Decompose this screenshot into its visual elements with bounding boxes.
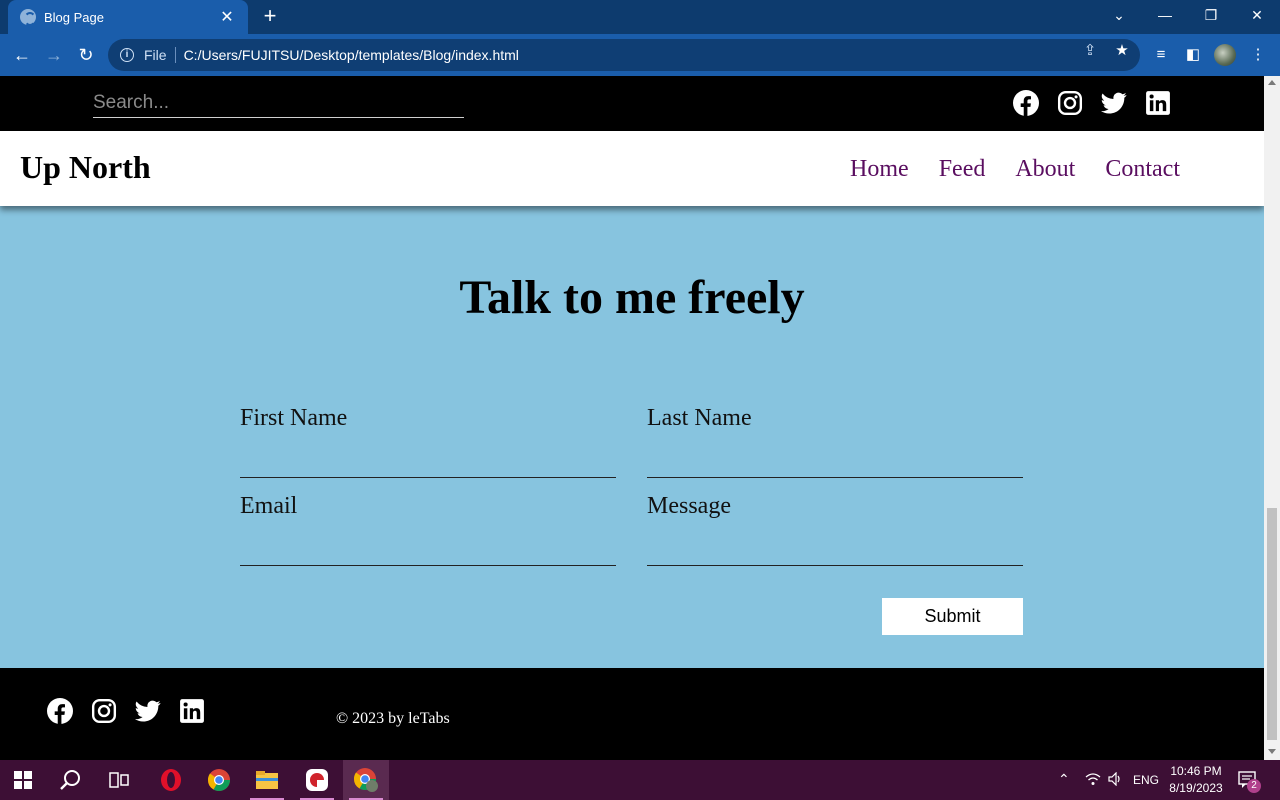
copyright-text: © 2023 by leTabs: [336, 710, 450, 727]
last-name-label: Last Name: [647, 405, 752, 431]
profile-avatar[interactable]: [1214, 44, 1236, 66]
network-icon[interactable]: [1085, 772, 1101, 789]
first-name-label: First Name: [240, 405, 348, 431]
info-icon[interactable]: i: [120, 48, 134, 62]
contact-heading: Talk to me freely: [459, 271, 805, 324]
vertical-scrollbar[interactable]: [1264, 76, 1280, 760]
twitter-icon[interactable]: [1101, 90, 1127, 116]
clock-date[interactable]: 8/19/2023: [1166, 781, 1226, 795]
submit-button[interactable]: Submit: [882, 598, 1023, 635]
facebook-icon[interactable]: [47, 698, 73, 724]
tab-close-icon[interactable]: ✕: [218, 7, 236, 27]
search-input[interactable]: [93, 88, 464, 118]
top-bar: [0, 76, 1264, 131]
linkedin-icon[interactable]: [1145, 90, 1171, 116]
browser-toolbar: ← → ↻ i File C:/Users/FUJITSU/Desktop/te…: [0, 34, 1280, 76]
notification-badge: 2: [1247, 779, 1261, 793]
globe-icon: [20, 9, 36, 26]
instagram-icon[interactable]: [1057, 90, 1083, 116]
language-indicator[interactable]: ENG: [1133, 773, 1159, 787]
message-input[interactable]: [647, 536, 1023, 566]
facebook-icon[interactable]: [1013, 90, 1039, 116]
nav-about[interactable]: About: [1015, 156, 1075, 183]
address-bar[interactable]: i File C:/Users/FUJITSU/Desktop/template…: [108, 39, 1140, 71]
share-icon[interactable]: ⇪: [1081, 42, 1099, 60]
volume-icon[interactable]: [1108, 771, 1122, 789]
nav-feed[interactable]: Feed: [939, 156, 986, 183]
linkedin-icon[interactable]: [179, 698, 205, 724]
new-tab-button[interactable]: +: [258, 5, 282, 29]
media-queue-icon[interactable]: ≡: [1151, 45, 1171, 65]
reload-button[interactable]: ↻: [74, 43, 98, 67]
nav-contact[interactable]: Contact: [1105, 156, 1180, 183]
start-icon[interactable]: [0, 760, 46, 800]
bookmark-star-icon[interactable]: ★: [1113, 42, 1131, 60]
header-social-links: [1013, 90, 1171, 116]
email-input[interactable]: [240, 536, 616, 566]
scroll-up-icon[interactable]: [1268, 80, 1276, 85]
email-label: Email: [240, 493, 298, 519]
twitter-icon[interactable]: [135, 698, 161, 724]
site-logo[interactable]: Up North: [20, 149, 151, 186]
side-panel-icon[interactable]: ◧: [1183, 45, 1203, 65]
chrome-icon[interactable]: [196, 760, 242, 800]
restore-button[interactable]: ❐: [1188, 0, 1234, 30]
task-view-icon[interactable]: [96, 760, 142, 800]
nav-home[interactable]: Home: [850, 156, 909, 183]
opera-icon[interactable]: [148, 760, 194, 800]
site-footer: © 2023 by leTabs: [0, 668, 1264, 760]
chrome-profile-icon[interactable]: [343, 760, 389, 800]
page-viewport: Up North Home Feed About Contact Talk to…: [0, 76, 1264, 760]
back-button[interactable]: ←: [10, 43, 34, 67]
search-icon[interactable]: [48, 760, 94, 800]
message-label: Message: [647, 493, 731, 519]
browser-tab-strip: Blog Page ✕ + ⌄ — ❐ ✕: [0, 0, 1280, 34]
browser-tab[interactable]: Blog Page ✕: [8, 0, 248, 34]
url-text[interactable]: C:/Users/FUJITSU/Desktop/templates/Blog/…: [184, 47, 519, 63]
main-nav: Home Feed About Contact: [850, 156, 1180, 183]
clock-time[interactable]: 10:46 PM: [1168, 764, 1224, 778]
omnibox-file-label: File: [144, 47, 176, 63]
site-header: Up North Home Feed About Contact: [0, 131, 1264, 206]
tab-title: Blog Page: [44, 9, 104, 25]
instagram-icon[interactable]: [91, 698, 117, 724]
notification-icon[interactable]: 2: [1238, 770, 1261, 793]
last-name-input[interactable]: [647, 448, 1023, 478]
scroll-thumb[interactable]: [1267, 508, 1277, 740]
app-icon[interactable]: [294, 760, 340, 800]
show-hidden-icons-icon[interactable]: ⌃: [1058, 771, 1070, 788]
tab-search-icon[interactable]: ⌄: [1096, 0, 1142, 30]
first-name-input[interactable]: [240, 448, 616, 478]
file-explorer-icon[interactable]: [244, 760, 290, 800]
close-window-button[interactable]: ✕: [1234, 0, 1280, 30]
windows-taskbar: ⌃ ENG 10:46 PM 8/19/2023 2: [0, 760, 1280, 800]
scroll-down-icon[interactable]: [1268, 749, 1276, 754]
forward-button[interactable]: →: [42, 43, 66, 67]
menu-kebab-icon[interactable]: ⋮: [1248, 45, 1268, 65]
minimize-button[interactable]: —: [1142, 0, 1188, 30]
footer-social-links: [47, 698, 205, 724]
